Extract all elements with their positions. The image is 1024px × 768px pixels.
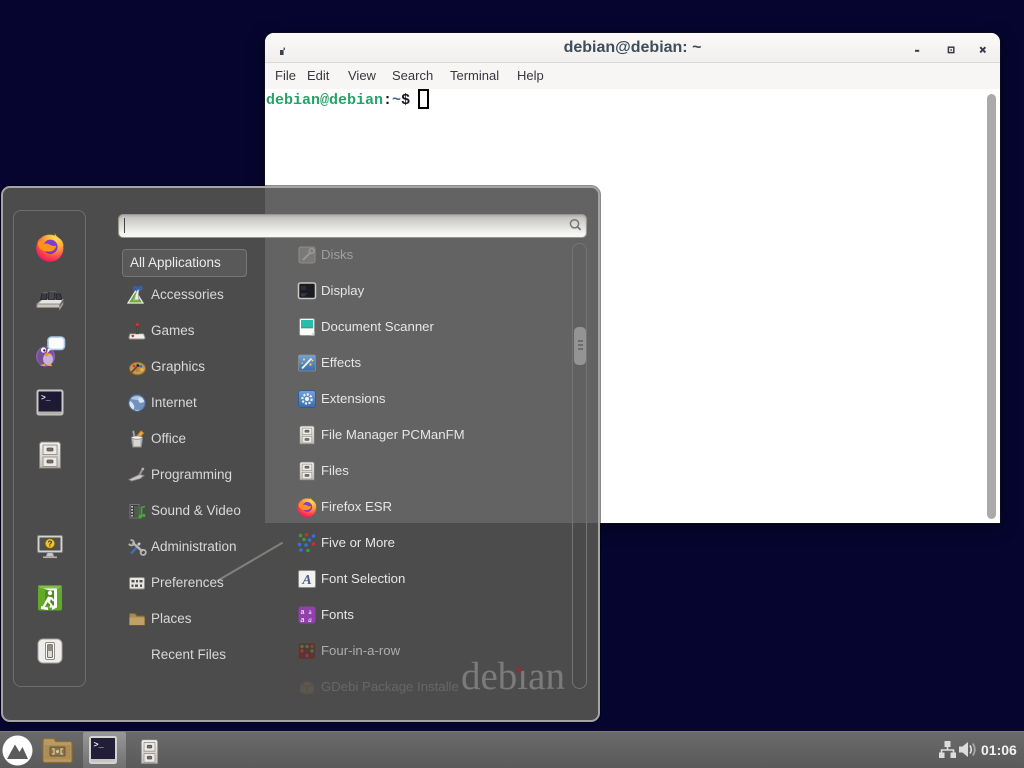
- svg-text:a: a: [301, 617, 305, 624]
- svg-text:>_: >_: [94, 740, 105, 750]
- svg-text:a: a: [308, 616, 312, 624]
- svg-text:>_: >_: [41, 394, 51, 403]
- svg-text:a: a: [301, 609, 305, 616]
- svg-text:A: A: [301, 573, 311, 588]
- svg-text:?: ?: [48, 540, 53, 549]
